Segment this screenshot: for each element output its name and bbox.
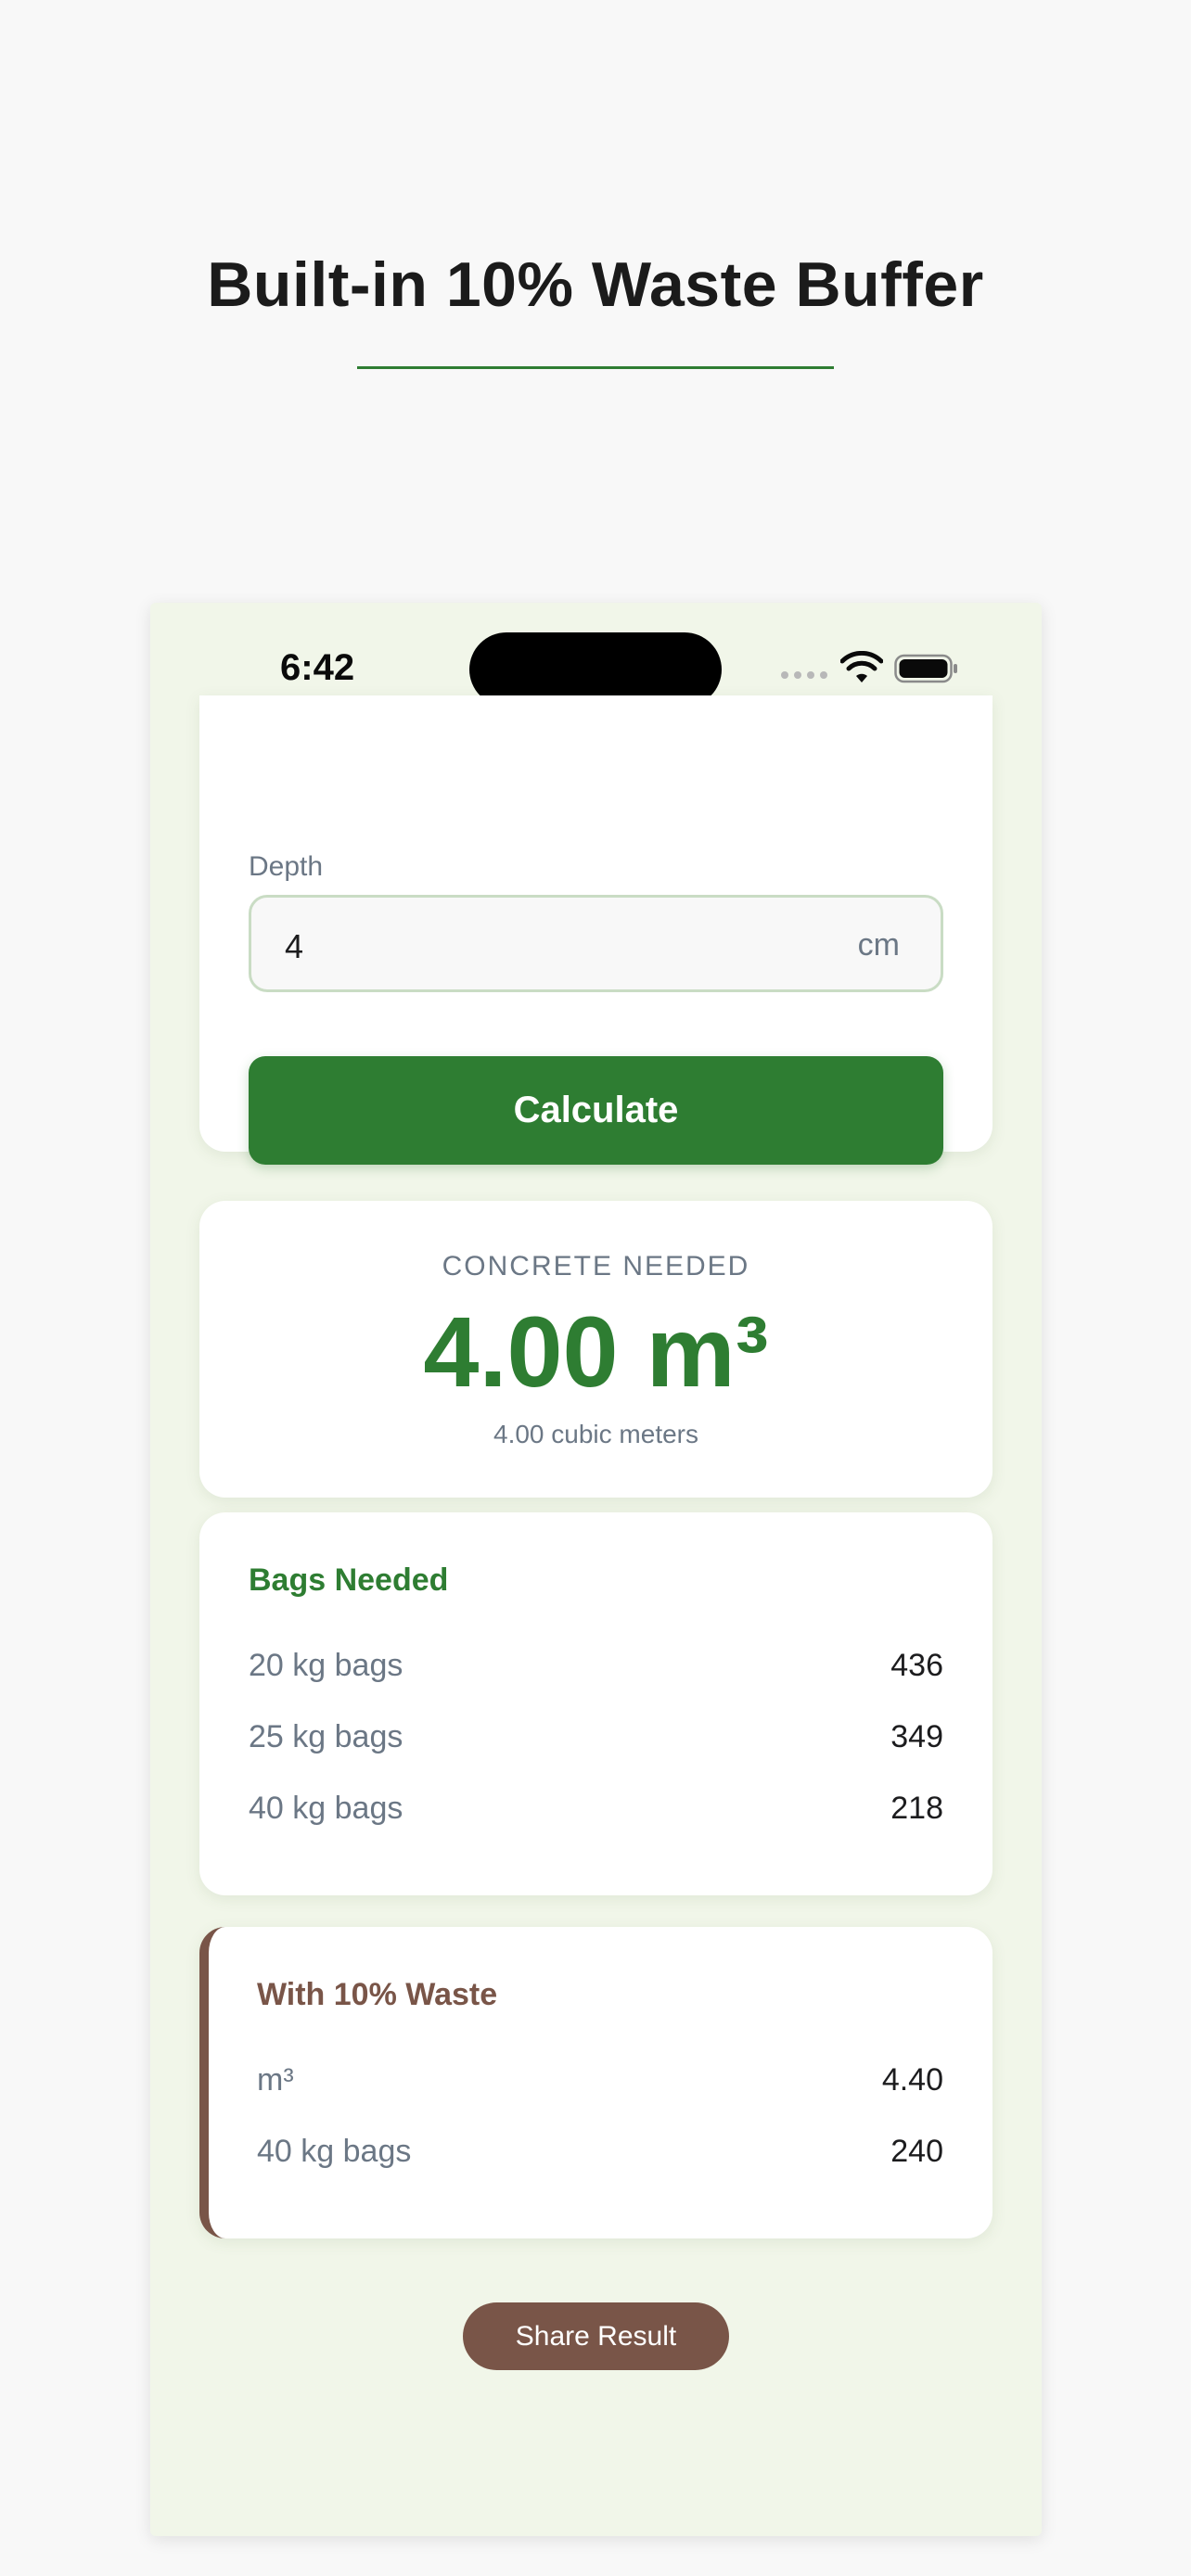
bags-row-value: 349 xyxy=(890,1719,943,1754)
calculate-button[interactable]: Calculate xyxy=(249,1056,943,1165)
bags-card: Bags Needed 20 kg bags 436 25 kg bags 34… xyxy=(199,1512,992,1895)
waste-card: With 10% Waste m³ 4.40 40 kg bags 240 xyxy=(199,1927,992,2238)
bags-row-value: 436 xyxy=(890,1648,943,1683)
waste-title: With 10% Waste xyxy=(257,1977,498,2012)
bags-row-value: 218 xyxy=(890,1791,943,1826)
waste-row-label: m³ xyxy=(257,2062,294,2098)
headline: Built-in 10% Waste Buffer xyxy=(207,249,984,320)
wifi-icon xyxy=(840,651,883,682)
status-time: 6:42 xyxy=(280,647,355,688)
input-card: Depth 4 cm Calculate xyxy=(199,695,992,1165)
result-subtitle: 4.00 cubic meters xyxy=(493,1420,698,1448)
bags-row-label: 20 kg bags xyxy=(249,1648,403,1683)
bags-row: 20 kg bags 436 xyxy=(249,1648,943,1684)
bags-row: 25 kg bags 349 xyxy=(249,1719,943,1755)
waste-row-value: 240 xyxy=(890,2134,943,2169)
waste-row: 40 kg bags 240 xyxy=(257,2134,943,2170)
depth-value[interactable]: 4 xyxy=(285,927,303,966)
waste-row-value: 4.40 xyxy=(881,2062,943,2098)
headline-underline xyxy=(357,366,834,369)
depth-unit: cm xyxy=(857,927,900,963)
bags-title: Bags Needed xyxy=(249,1562,449,1598)
result-title: CONCRETE NEEDED xyxy=(442,1251,750,1282)
page: Built-in 10% Waste Buffer 6:42 Depth 4 c… xyxy=(0,0,1191,2576)
bags-row-label: 25 kg bags xyxy=(249,1719,403,1754)
phone-frame: 6:42 Depth 4 cm Calculate CONCRETE NEEDE… xyxy=(150,603,1042,2536)
result-card: CONCRETE NEEDED 4.00 m³ 4.00 cubic meter… xyxy=(199,1201,992,1498)
depth-input[interactable]: 4 cm xyxy=(249,895,943,992)
depth-label: Depth xyxy=(249,851,324,882)
bags-row-label: 40 kg bags xyxy=(249,1791,403,1826)
signal-icon xyxy=(781,671,827,679)
bags-row: 40 kg bags 218 xyxy=(249,1791,943,1827)
waste-row: m³ 4.40 xyxy=(257,2062,943,2098)
battery-icon xyxy=(894,654,957,683)
result-value: 4.00 m³ xyxy=(423,1295,769,1408)
share-result-button[interactable]: Share Result xyxy=(463,2302,729,2370)
waste-row-label: 40 kg bags xyxy=(257,2134,412,2169)
